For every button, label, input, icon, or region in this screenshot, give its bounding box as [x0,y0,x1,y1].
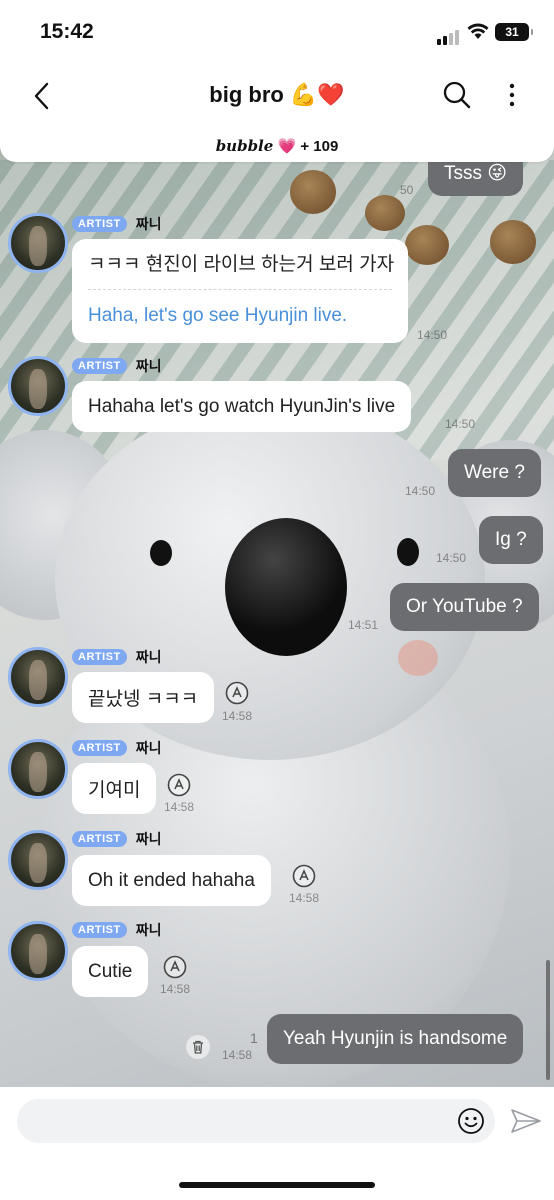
member-count: + 109 [300,138,339,155]
artist-message-bubble[interactable]: ㅋㅋㅋ 현진이 라이브 하는거 보러 가자 Haha, let's go see… [72,239,408,343]
my-message-bubble[interactable]: Were ? [448,449,541,497]
chat-header: big bro 💪❤️ bubble 💗 + 109 [0,62,554,162]
message-input[interactable] [17,1099,495,1143]
translate-icon[interactable] [224,680,250,706]
message-time: 14:58 [222,1048,253,1062]
artist-badge: ARTIST [72,922,127,938]
translate-icon[interactable] [166,772,192,798]
home-indicator [179,1182,375,1188]
artist-avatar[interactable] [8,213,68,273]
sender-label: ARTIST 짜니 [72,357,162,375]
sender-label: ARTIST 짜니 [72,921,162,939]
message-time: 14:50 [436,551,467,565]
subscriber-count: bubble 💗 + 109 [0,137,554,155]
my-message-bubble[interactable]: Yeah Hyunjin is handsome [267,1014,524,1064]
artist-badge: ARTIST [72,831,127,847]
artist-avatar[interactable] [8,356,68,416]
message-text: Or YouTube ? [406,596,523,617]
cellular-signal-icon [437,27,461,45]
artist-badge: ARTIST [72,358,127,374]
message-time: 14:50 [405,484,436,498]
wifi-icon [467,23,489,39]
message-text: Were ? [464,462,525,483]
send-icon[interactable] [510,1107,542,1135]
message-text: Oh it ended hahaha [88,869,255,891]
artist-message-bubble[interactable]: Hahaha let's go watch HyunJin's live [72,381,412,432]
heart-icon: 💗 [277,138,297,155]
artist-avatar[interactable] [8,830,68,890]
translated-text: Haha, let's go see Hyunjin live. [88,305,348,326]
bubble-logo: bubble [215,137,274,155]
scrollbar[interactable] [546,960,550,1080]
message-text: Tsss 😜 [444,162,508,184]
artist-avatar[interactable] [8,739,68,799]
sender-label: ARTIST 짜니 [72,215,162,233]
message-text: Cutie [88,960,133,982]
message-text: Hahaha let's go watch HyunJin's live [88,395,396,417]
translate-icon[interactable] [291,863,317,889]
artist-message-bubble[interactable]: 기여미 [72,763,157,814]
artist-badge: ARTIST [72,649,127,665]
sender-name: 짜니 [135,740,162,756]
more-icon[interactable] [506,80,518,110]
message-text: ㅋㅋㅋ 현진이 라이브 하는거 보러 가자 [88,240,394,290]
sender-label: ARTIST 짜니 [72,648,162,666]
message-time: 14:50 [417,328,448,342]
my-message-bubble[interactable]: Ig ? [479,516,543,564]
trash-icon[interactable] [185,1034,211,1060]
emoji-icon[interactable] [457,1107,485,1135]
message-time: 14:51 [348,618,379,632]
my-message-bubble[interactable]: Or YouTube ? [390,583,539,631]
status-bar: 15:42 31 [0,0,554,62]
message-text: Ig ? [495,529,527,550]
sender-name: 짜니 [135,358,162,374]
sender-name: 짜니 [135,649,162,665]
message-time: 50 [400,183,414,197]
artist-message-bubble[interactable]: Oh it ended hahaha [72,855,271,906]
message-time: 14:50 [445,417,476,431]
battery-icon: 31 [495,23,533,41]
artist-message-bubble[interactable]: 끝났넹 ㅋㅋㅋ [72,672,215,723]
message-time: 14:58 [164,800,195,814]
artist-badge: ARTIST [72,216,127,232]
artist-avatar[interactable] [8,647,68,707]
artist-badge: ARTIST [72,740,127,756]
status-time: 15:42 [40,20,94,43]
message-time: 14:58 [160,982,191,996]
unread-count: 1 [250,1030,258,1046]
message-text: 기여미 [88,780,141,801]
sender-label: ARTIST 짜니 [72,739,162,757]
translate-icon[interactable] [162,954,188,980]
message-input-bar [0,1087,554,1200]
sender-name: 짜니 [135,922,162,938]
message-time: 14:58 [289,891,320,905]
sender-label: ARTIST 짜니 [72,830,162,848]
search-icon[interactable] [442,80,472,110]
message-time: 14:58 [222,709,253,723]
artist-message-bubble[interactable]: Cutie [72,946,149,997]
sender-name: 짜니 [135,216,162,232]
message-text: Yeah Hyunjin is handsome [283,1028,508,1049]
message-text: 끝났넹 ㅋㅋㅋ [88,689,199,710]
sender-name: 짜니 [135,831,162,847]
artist-avatar[interactable] [8,921,68,981]
